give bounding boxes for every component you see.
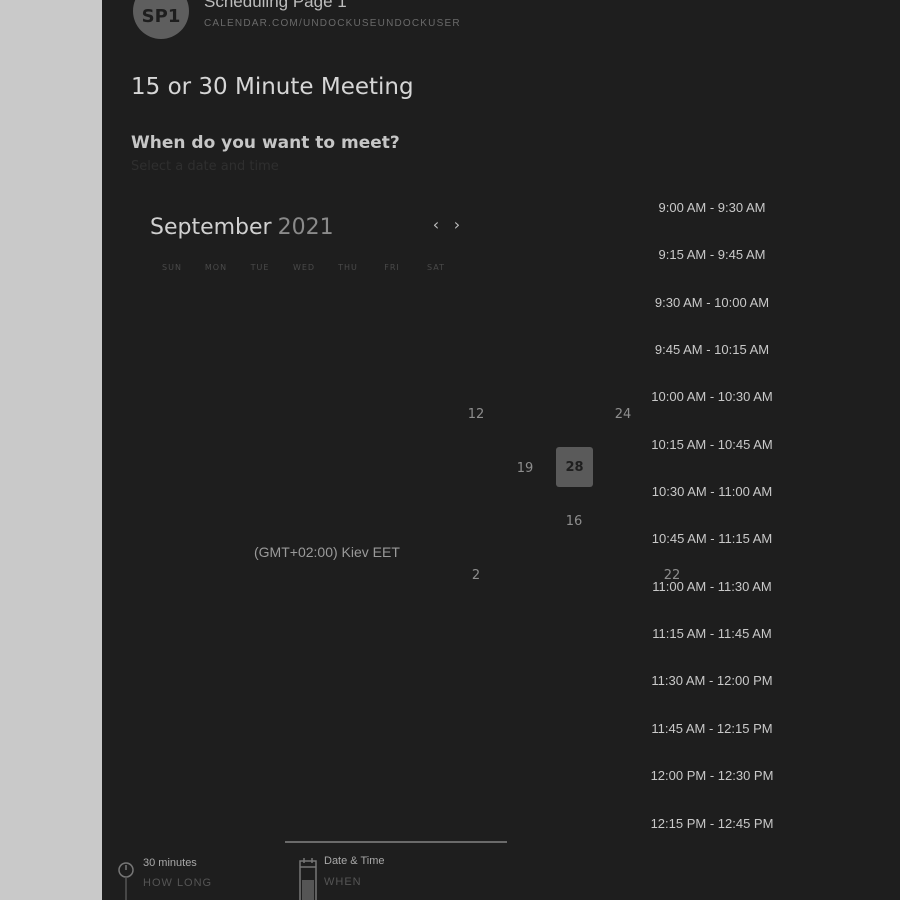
time-slot[interactable]: 9:00 AM - 9:30 AM (622, 200, 802, 215)
chevron-right-icon: › (453, 215, 461, 234)
calendar-year: 2021 (277, 215, 334, 240)
progress-indicator (285, 841, 507, 843)
avatar: SP1 (133, 0, 189, 39)
time-slot[interactable]: 10:45 AM - 11:15 AM (622, 531, 802, 546)
calendar-icon (299, 858, 317, 900)
weekday-fri: FRI (384, 263, 400, 272)
avatar-initials: SP1 (141, 5, 181, 27)
datetime-sub: WHEN (324, 876, 362, 888)
weekday-sun: SUN (162, 263, 182, 272)
calendar-day[interactable]: 16 (559, 514, 589, 529)
calendar-day[interactable]: 12 (461, 407, 491, 422)
time-slot[interactable]: 9:15 AM - 9:45 AM (622, 247, 802, 262)
meeting-title: 15 or 30 Minute Meeting (131, 74, 414, 100)
scheduling-panel: SP1 Scheduling Page 1 CALENDAR.COM/UNDOC… (102, 0, 900, 900)
chevron-left-icon: ‹ (432, 215, 440, 234)
time-slot[interactable]: 11:15 AM - 11:45 AM (622, 626, 802, 641)
prev-month-button[interactable]: ‹ (428, 215, 444, 234)
time-slot[interactable]: 12:15 PM - 12:45 PM (622, 816, 802, 831)
time-slot[interactable]: 11:45 AM - 12:15 PM (622, 721, 802, 736)
time-slot[interactable]: 11:30 AM - 12:00 PM (622, 673, 802, 688)
meeting-subtext: Select a date and time (131, 159, 279, 174)
weekday-thu: THU (338, 263, 358, 272)
time-slot[interactable]: 9:45 AM - 10:15 AM (622, 342, 802, 357)
calendar-day[interactable]: 2 (461, 568, 491, 583)
time-slot[interactable]: 10:30 AM - 11:00 AM (622, 484, 802, 499)
calendar-day[interactable]: 24 (608, 407, 638, 422)
calendar-month-label: September 2021 (150, 215, 334, 240)
time-slot[interactable]: 10:15 AM - 10:45 AM (622, 437, 802, 452)
time-slot[interactable]: 10:00 AM - 10:30 AM (622, 389, 802, 404)
weekday-wed: WED (292, 263, 316, 272)
weekday-mon: MON (204, 263, 228, 272)
calendar-day-selected[interactable]: 28 (556, 447, 593, 487)
next-month-button[interactable]: › (449, 215, 465, 234)
duration-sub: HOW LONG (143, 877, 213, 889)
calendar-month: September (150, 215, 272, 240)
selected-day-label: 28 (565, 459, 584, 475)
meeting-question: When do you want to meet? (131, 133, 400, 153)
time-slot[interactable]: 9:30 AM - 10:00 AM (622, 295, 802, 310)
time-slot[interactable]: 11:00 AM - 11:30 AM (622, 579, 802, 594)
page-name: Scheduling Page 1 (204, 0, 347, 11)
timezone-selector[interactable]: (GMT+02:00) Kiev EET (254, 544, 400, 560)
page-url[interactable]: CALENDAR.COM/UNDOCKUSEUNDOCKUSER (204, 18, 461, 29)
clock-icon (117, 861, 135, 900)
time-slot[interactable]: 12:00 PM - 12:30 PM (622, 768, 802, 783)
datetime-label: Date & Time (324, 855, 385, 867)
calendar-day[interactable]: 19 (510, 461, 540, 476)
weekday-tue: TUE (250, 263, 270, 272)
duration-label: 30 minutes (143, 857, 197, 869)
weekday-sat: SAT (427, 263, 445, 272)
